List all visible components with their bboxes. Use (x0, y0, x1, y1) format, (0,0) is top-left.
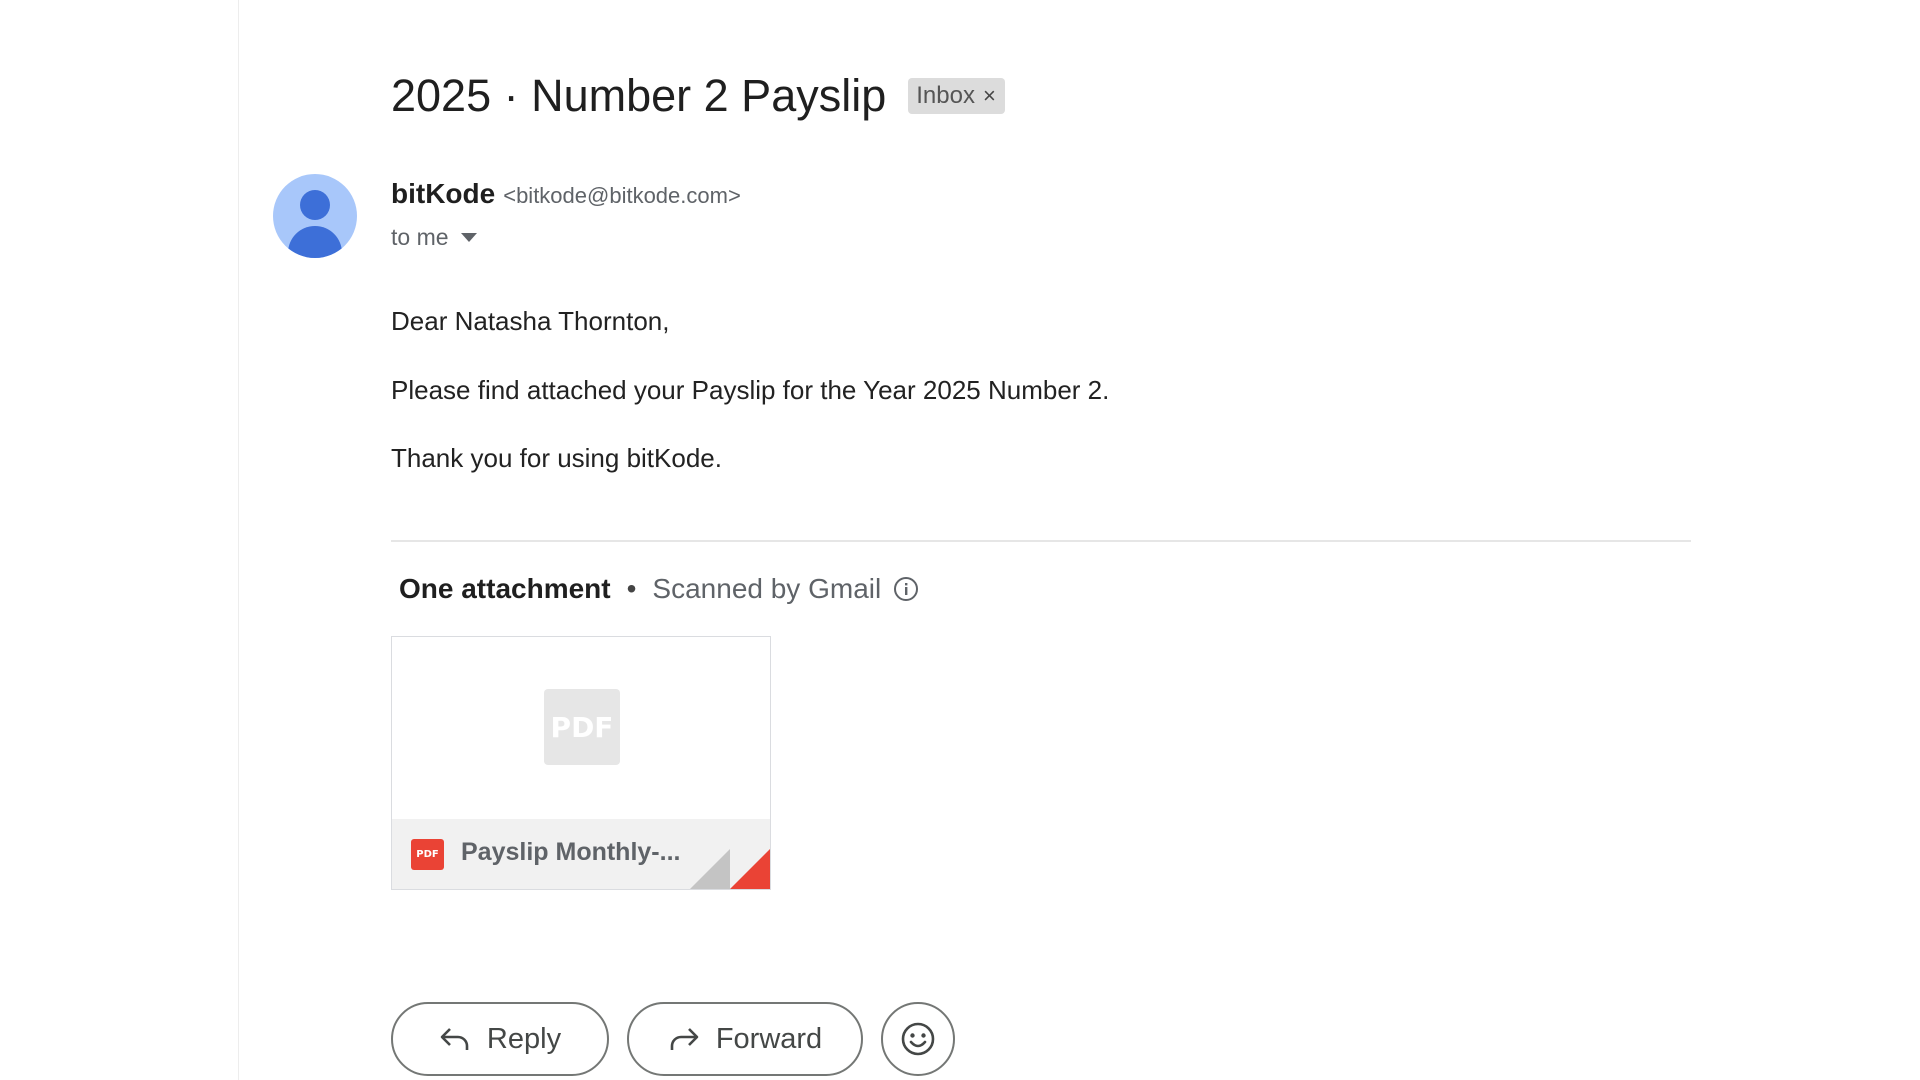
reply-button[interactable]: Reply (391, 1002, 609, 1076)
subject-row: 2025 · Number 2 Payslip Inbox × (391, 70, 1005, 122)
info-icon[interactable] (893, 576, 919, 602)
smiley-icon (901, 1022, 935, 1056)
attachments-divider (391, 540, 1691, 542)
scanned-by-gmail-text: Scanned by Gmail (652, 573, 882, 604)
remove-label-icon[interactable]: × (983, 83, 996, 109)
sender-email: <bitkode@bitkode.com> (503, 183, 741, 208)
attachment-preview[interactable]: PDF (392, 637, 770, 819)
reply-icon (440, 1028, 469, 1050)
forward-label: Forward (715, 1022, 823, 1055)
sender-avatar[interactable] (273, 174, 357, 258)
attachment-card[interactable]: PDF PDF Payslip Monthly-... (391, 636, 771, 890)
avatar-head-shape (300, 190, 330, 220)
separator-dot: • (626, 573, 637, 604)
recipient-details-toggle[interactable]: to me (391, 224, 477, 251)
pdf-type-icon: PDF (411, 839, 444, 870)
attachment-footer[interactable]: PDF Payslip Monthly-... (392, 819, 770, 889)
inbox-label-text: Inbox (916, 82, 975, 109)
body-line-2: Thank you for using bitKode. (391, 443, 722, 473)
reply-label: Reply (486, 1022, 562, 1055)
body-greeting: Dear Natasha Thornton, (391, 306, 670, 336)
emoji-reaction-button[interactable] (881, 1002, 955, 1076)
forward-button[interactable]: Forward (627, 1002, 863, 1076)
chevron-down-icon[interactable] (460, 233, 477, 242)
email-subject: 2025 · Number 2 Payslip (391, 70, 887, 121)
sender-name[interactable]: bitKode (391, 178, 495, 210)
pdf-preview-icon: PDF (544, 689, 620, 765)
forward-icon (670, 1028, 699, 1050)
left-divider (238, 0, 239, 1080)
inbox-label-chip[interactable]: Inbox × (908, 78, 1005, 114)
body-line-1: Please find attached your Payslip for th… (391, 375, 1110, 405)
page-fold-corner-icon (690, 849, 770, 889)
attachments-count: One attachment (399, 573, 611, 604)
email-view: 2025 · Number 2 Payslip Inbox × bitKode … (0, 0, 1920, 1080)
recipient-text: to me (391, 224, 449, 250)
attachments-header: One attachment • Scanned by Gmail (399, 573, 919, 605)
sender-row: bitKode <bitkode@bitkode.com> (391, 178, 741, 210)
avatar-body-shape (288, 226, 342, 258)
attachment-file-name: Payslip Monthly-... (461, 838, 681, 866)
message-actions: Reply Forward (391, 1002, 955, 1076)
